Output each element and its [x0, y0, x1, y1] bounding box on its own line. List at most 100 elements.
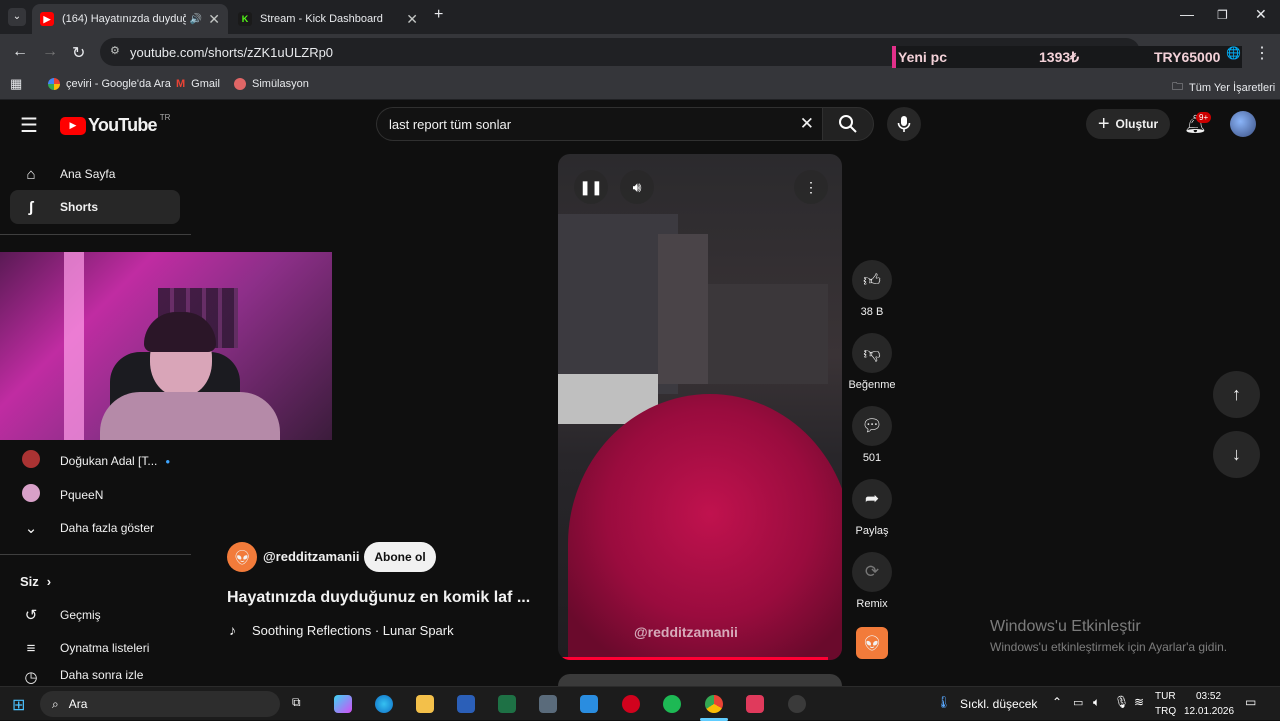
show-more-button[interactable]: ⌄ Daha fazla göster — [10, 511, 180, 545]
volume-icon: 🔊︎ — [632, 178, 642, 195]
notification-center-icon[interactable]: ▭ — [1245, 695, 1256, 709]
minimize-icon[interactable]: — — [1180, 6, 1194, 22]
playback-progress-bar[interactable] — [558, 657, 828, 660]
file-explorer-icon[interactable] — [416, 695, 434, 713]
youtube-favicon-icon: ▶ — [40, 12, 54, 26]
channel-avatar-icon — [20, 450, 42, 472]
shorts-icon: ʃ — [28, 198, 34, 216]
sidebar-item-label: Oynatma listeleri — [60, 641, 150, 655]
obs-icon[interactable] — [788, 695, 806, 713]
language-code[interactable]: TUR — [1155, 691, 1176, 702]
audio-icon[interactable]: 🔊 — [190, 14, 202, 25]
forward-icon[interactable]: → — [42, 43, 58, 61]
bookmark-gmail[interactable]: M Gmail — [176, 78, 220, 90]
taskbar-search[interactable]: ⌕ Ara — [40, 691, 280, 717]
you-label: Siz — [20, 573, 39, 589]
keyboard-layout[interactable]: TRQ — [1155, 706, 1176, 717]
more-options-button[interactable]: ⋮ — [794, 170, 828, 204]
google-icon — [48, 78, 60, 90]
sidebar-item-shorts[interactable]: ʃ Shorts — [10, 190, 180, 224]
calculator-icon[interactable] — [539, 695, 557, 713]
account-avatar[interactable] — [1230, 111, 1256, 137]
new-tab-icon[interactable]: + — [434, 6, 443, 24]
excel-icon[interactable] — [498, 695, 516, 713]
sidebar-item-home[interactable]: ⌂ Ana Sayfa — [10, 157, 180, 191]
share-button[interactable]: ➦ Paylaş — [848, 479, 896, 537]
store-icon[interactable] — [580, 695, 598, 713]
copilot-icon[interactable] — [334, 695, 352, 713]
tray-chevron-up-icon[interactable]: ⌃ — [1052, 695, 1062, 709]
bookmark-simulasyon[interactable]: Simülasyon — [234, 78, 309, 90]
goal-label: Yeni pc — [898, 49, 948, 65]
back-icon[interactable]: ← — [12, 43, 28, 61]
volume-button[interactable]: 🔊︎ — [620, 170, 654, 204]
subscribe-button[interactable]: Abone ol — [364, 542, 436, 572]
wifi-icon[interactable]: ≋ — [1134, 695, 1144, 709]
clock-date[interactable]: 12.01.2026 — [1184, 706, 1234, 717]
you-section-header[interactable]: Siz › — [10, 564, 180, 598]
close-tab-icon[interactable]: ✕ — [406, 11, 418, 28]
search-button[interactable] — [822, 107, 874, 141]
pause-button[interactable]: ❚❚ — [574, 170, 608, 204]
voice-search-button[interactable] — [887, 107, 921, 141]
spotify-icon[interactable] — [663, 695, 681, 713]
all-bookmarks-folder[interactable]: 🗀 Tüm Yer İşaretleri — [1172, 78, 1275, 97]
app-icon[interactable] — [746, 695, 764, 713]
clear-search-icon[interactable]: ✕ — [800, 114, 814, 134]
search-icon — [839, 115, 857, 133]
chevron-right-icon: › — [46, 573, 52, 589]
bookmark-label: çeviri - Google'da Ara — [66, 78, 171, 90]
channel-avatar[interactable]: 👽︎ — [227, 542, 257, 572]
youtube-logo[interactable]: ▶ YouTube TR — [60, 113, 170, 136]
word-icon[interactable] — [457, 695, 475, 713]
chrome-icon[interactable] — [705, 695, 723, 713]
bookmark-google[interactable]: çeviri - Google'da Ara — [48, 78, 171, 90]
history-icon: ↺ — [24, 607, 38, 624]
music-track[interactable]: Soothing Reflections · Lunar Spark — [252, 623, 454, 638]
site-info-icon[interactable]: ⚙ — [110, 44, 120, 57]
shorts-video-player[interactable]: ❚❚ 🔊︎ ⋮ @redditzamanii — [558, 154, 842, 660]
network-icon[interactable]: ▭ — [1073, 696, 1083, 709]
sound-source-thumbnail[interactable]: 👽︎ — [856, 627, 888, 659]
subscription-dogukan[interactable]: Doğukan Adal [T... ● — [10, 444, 180, 478]
next-short-button[interactable]: ↓ — [1213, 431, 1260, 478]
channel-handle[interactable]: @redditzamanii — [263, 549, 359, 564]
short-title[interactable]: Hayatınızda duyduğunuz en komik laf ... — [227, 589, 530, 607]
dislike-button[interactable]: 👎︎ Beğenme — [848, 333, 896, 391]
tab-search-icon[interactable]: ⌄ — [8, 8, 26, 26]
sidebar-item-watch-later[interactable]: ◷ Daha sonra izle — [10, 664, 180, 686]
sidebar-item-history[interactable]: ↺ Geçmiş — [10, 598, 180, 632]
clock-time[interactable]: 03:52 — [1196, 691, 1221, 702]
speaker-icon[interactable]: 🔈︎ — [1093, 695, 1100, 710]
like-button[interactable]: 👍︎ 38 B — [848, 260, 896, 318]
tray-mic-icon[interactable]: 🎙︎ — [1114, 695, 1129, 709]
previous-short-button[interactable]: ↑ — [1213, 371, 1260, 418]
close-tab-icon[interactable]: ✕ — [208, 11, 220, 28]
create-button[interactable]: + Oluştur — [1086, 109, 1170, 139]
simulasyon-icon — [234, 78, 246, 90]
reload-icon[interactable]: ↻ — [72, 43, 85, 63]
bookmark-label: Gmail — [191, 78, 220, 90]
subscription-pqueen[interactable]: PqueeN — [10, 478, 180, 512]
apps-icon[interactable]: ▦ — [10, 76, 22, 92]
arrow-up-icon: ↑ — [1232, 384, 1241, 404]
tab-youtube[interactable]: ▶ (164) Hayatınızda duyduğunuz 🔊 ✕ — [32, 4, 228, 34]
building-right — [708, 284, 828, 384]
playlist-icon: ≡ — [26, 639, 36, 657]
music-note-icon: ♪ — [229, 622, 236, 638]
search-input[interactable]: last report tüm sonlar ✕ — [376, 107, 822, 141]
menu-icon[interactable]: ⋮ — [1254, 43, 1270, 63]
comments-button[interactable]: 💬︎ 501 — [848, 406, 896, 464]
sidebar-item-playlists[interactable]: ≡ Oynatma listeleri — [10, 631, 180, 665]
maximize-icon[interactable]: ❐ — [1217, 8, 1228, 22]
edge-icon[interactable] — [375, 695, 393, 713]
weather-text[interactable]: Sıckl. düşecek — [960, 697, 1037, 711]
opera-icon[interactable] — [622, 695, 640, 713]
windows-taskbar: ⊞ ⌕ Ara ⧉ 🌡︎ Sıckl. düşecek ⌃ ▭ 🔈︎ 🎙︎ ≋ … — [0, 686, 1280, 721]
remix-button[interactable]: ⟳ Remix — [848, 552, 896, 610]
task-view-icon[interactable]: ⧉ — [292, 695, 301, 710]
close-window-icon[interactable]: ✕ — [1255, 6, 1267, 23]
tab-kick[interactable]: K Stream - Kick Dashboard ✕ — [230, 4, 426, 34]
hamburger-menu-icon[interactable]: ☰ — [20, 113, 38, 138]
start-windows-icon[interactable]: ⊞ — [12, 695, 25, 715]
